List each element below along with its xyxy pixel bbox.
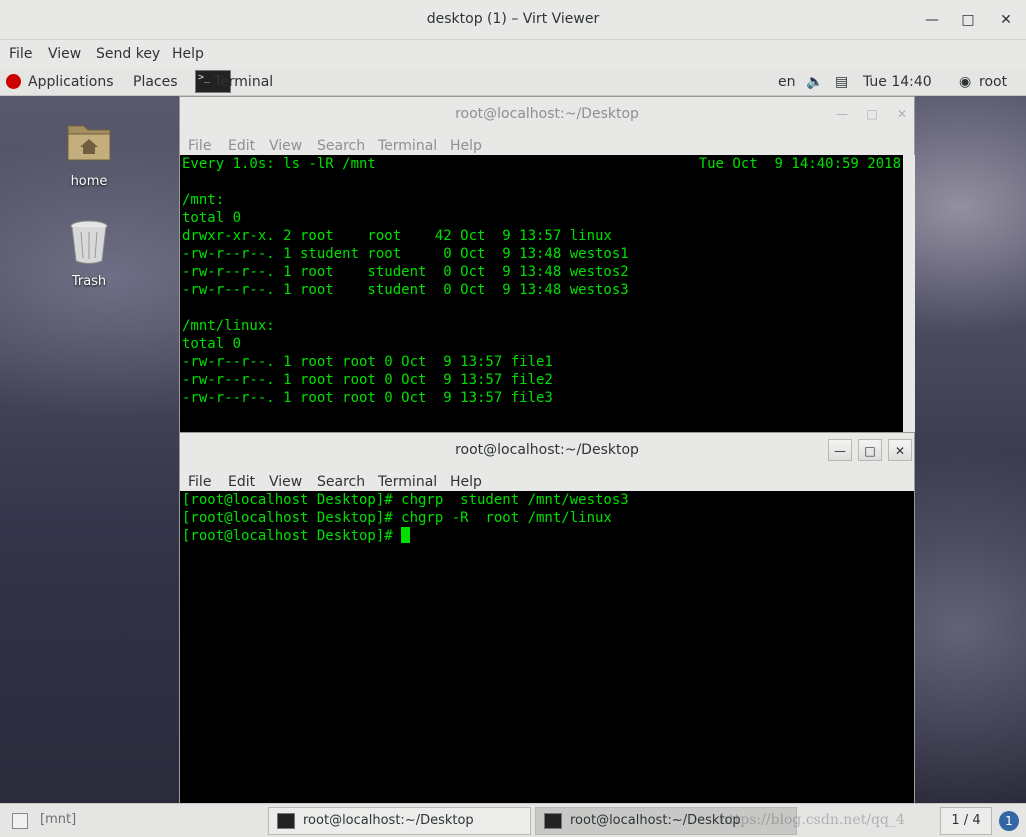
close-icon[interactable]: ✕	[996, 10, 1016, 30]
menu-file[interactable]: File	[188, 474, 211, 490]
user-menu[interactable]: root	[979, 74, 1007, 90]
terminal-window-active[interactable]: root@localhost:~/Desktop — □ ✕ File Edit…	[179, 432, 915, 804]
terminal-line: -rw-r--r--. 1 student root 0 Oct 9 13:48…	[182, 246, 629, 262]
applications-menu[interactable]: Applications	[28, 74, 114, 90]
home-label: home	[70, 174, 108, 189]
viewer-titlebar: desktop (1) – Virt Viewer — □ ✕	[0, 0, 1026, 40]
window-list-bar: [mnt] root@localhost:~/Desktop root@loca…	[0, 803, 1026, 837]
minimize-icon[interactable]: —	[828, 439, 852, 461]
close-icon[interactable]: ✕	[888, 439, 912, 461]
watermark-text: https://blog.csdn.net/qq_4	[720, 812, 905, 828]
minimize-icon[interactable]: —	[830, 103, 854, 125]
volume-icon[interactable]: 🔈	[806, 74, 823, 90]
menu-edit[interactable]: Edit	[228, 474, 255, 490]
workspace-pager[interactable]: 1 / 4	[940, 807, 992, 835]
taskbar-item-mnt[interactable]: [mnt]	[6, 807, 261, 835]
window-icon	[12, 813, 28, 829]
viewer-title: desktop (1) – Virt Viewer	[426, 11, 600, 27]
taskbar-label: root@localhost:~/Desktop	[303, 813, 474, 828]
viewer-menubar: File View Send key Help	[0, 40, 1026, 68]
menu-file[interactable]: File	[9, 46, 32, 62]
menu-terminal[interactable]: Terminal	[378, 474, 437, 490]
terminal-line: /mnt:	[182, 192, 225, 208]
menu-help[interactable]: Help	[450, 474, 482, 490]
terminal-line: -rw-r--r--. 1 root root 0 Oct 9 13:57 fi…	[182, 354, 553, 370]
home-desktop-icon[interactable]: home	[49, 118, 129, 189]
notification-icon[interactable]: 1	[999, 811, 1019, 831]
menu-send-key[interactable]: Send key	[96, 46, 160, 62]
terminal-line: total 0	[182, 210, 242, 226]
prompt-line: [root@localhost Desktop]#	[182, 527, 914, 545]
folder-icon	[67, 125, 111, 161]
maximize-icon[interactable]: □	[860, 103, 884, 125]
maximize-icon[interactable]: □	[958, 10, 978, 30]
command-history: [root@localhost Desktop]# chgrp student …	[182, 491, 914, 527]
terminal-line: -rw-r--r--. 1 root student 0 Oct 9 13:48…	[182, 264, 629, 280]
places-menu[interactable]: Places	[133, 74, 178, 90]
menu-search[interactable]: Search	[317, 474, 365, 490]
menu-search[interactable]: Search	[317, 138, 365, 154]
terminal-line: /mnt/linux:	[182, 318, 275, 334]
terminal-line: [root@localhost Desktop]# chgrp -R root …	[182, 510, 612, 526]
maximize-icon[interactable]: □	[858, 439, 882, 461]
terminal-icon	[544, 813, 562, 829]
terminal-output[interactable]: [root@localhost Desktop]# chgrp student …	[180, 491, 914, 803]
taskbar-label: [mnt]	[40, 812, 77, 827]
text-cursor	[401, 527, 411, 543]
watch-timestamp: Tue Oct 9 14:40:59 2018	[698, 156, 901, 172]
menu-view[interactable]: View	[269, 138, 302, 154]
window-title: root@localhost:~/Desktop	[455, 442, 639, 458]
listing-lines: /mnt: total 0 drwxr-xr-x. 2 root root 42 O…	[182, 173, 903, 407]
user-icon[interactable]: ◉	[959, 74, 971, 90]
guest-screen: Applications Places >_ Terminal en 🔈 ▤ T…	[0, 68, 1026, 837]
taskbar-item-terminal-1[interactable]: root@localhost:~/Desktop	[268, 807, 531, 835]
close-icon[interactable]: ✕	[890, 103, 914, 125]
menu-view[interactable]: View	[48, 46, 81, 62]
watch-command: Every 1.0s: ls -lR /mnt	[182, 156, 376, 172]
language-indicator[interactable]: en	[778, 74, 796, 90]
trash-label: Trash	[71, 274, 107, 289]
watch-header: Every 1.0s: ls -lR /mnt Tue Oct 9 14:40:…	[182, 155, 903, 173]
menu-help[interactable]: Help	[172, 46, 204, 62]
menu-edit[interactable]: Edit	[228, 138, 255, 154]
minimize-icon[interactable]: —	[922, 10, 942, 30]
menu-terminal[interactable]: Terminal	[378, 138, 437, 154]
terminal-line: -rw-r--r--. 1 root root 0 Oct 9 13:57 fi…	[182, 372, 553, 388]
shell-prompt: [root@localhost Desktop]#	[182, 528, 402, 544]
redhat-icon	[6, 74, 21, 89]
trash-icon	[70, 220, 108, 264]
menu-file[interactable]: File	[188, 138, 211, 154]
menu-view[interactable]: View	[269, 474, 302, 490]
gnome-top-bar: Applications Places >_ Terminal en 🔈 ▤ T…	[0, 68, 1026, 96]
trash-desktop-icon[interactable]: Trash	[49, 218, 129, 289]
terminal-icon	[277, 813, 295, 829]
menu-help[interactable]: Help	[450, 138, 482, 154]
clock[interactable]: Tue 14:40	[863, 74, 932, 90]
terminal-line: [root@localhost Desktop]# chgrp student …	[182, 492, 629, 508]
network-icon[interactable]: ▤	[835, 74, 848, 90]
active-app-menu[interactable]: Terminal	[214, 74, 273, 90]
terminal-line: -rw-r--r--. 1 root root 0 Oct 9 13:57 fi…	[182, 390, 553, 406]
terminal-line: total 0	[182, 336, 242, 352]
terminal-line: drwxr-xr-x. 2 root root 42 Oct 9 13:57 l…	[182, 228, 612, 244]
window-title: root@localhost:~/Desktop	[455, 106, 639, 122]
taskbar-label: root@localhost:~/Desktop	[570, 813, 741, 828]
terminal-line: -rw-r--r--. 1 root student 0 Oct 9 13:48…	[182, 282, 629, 298]
